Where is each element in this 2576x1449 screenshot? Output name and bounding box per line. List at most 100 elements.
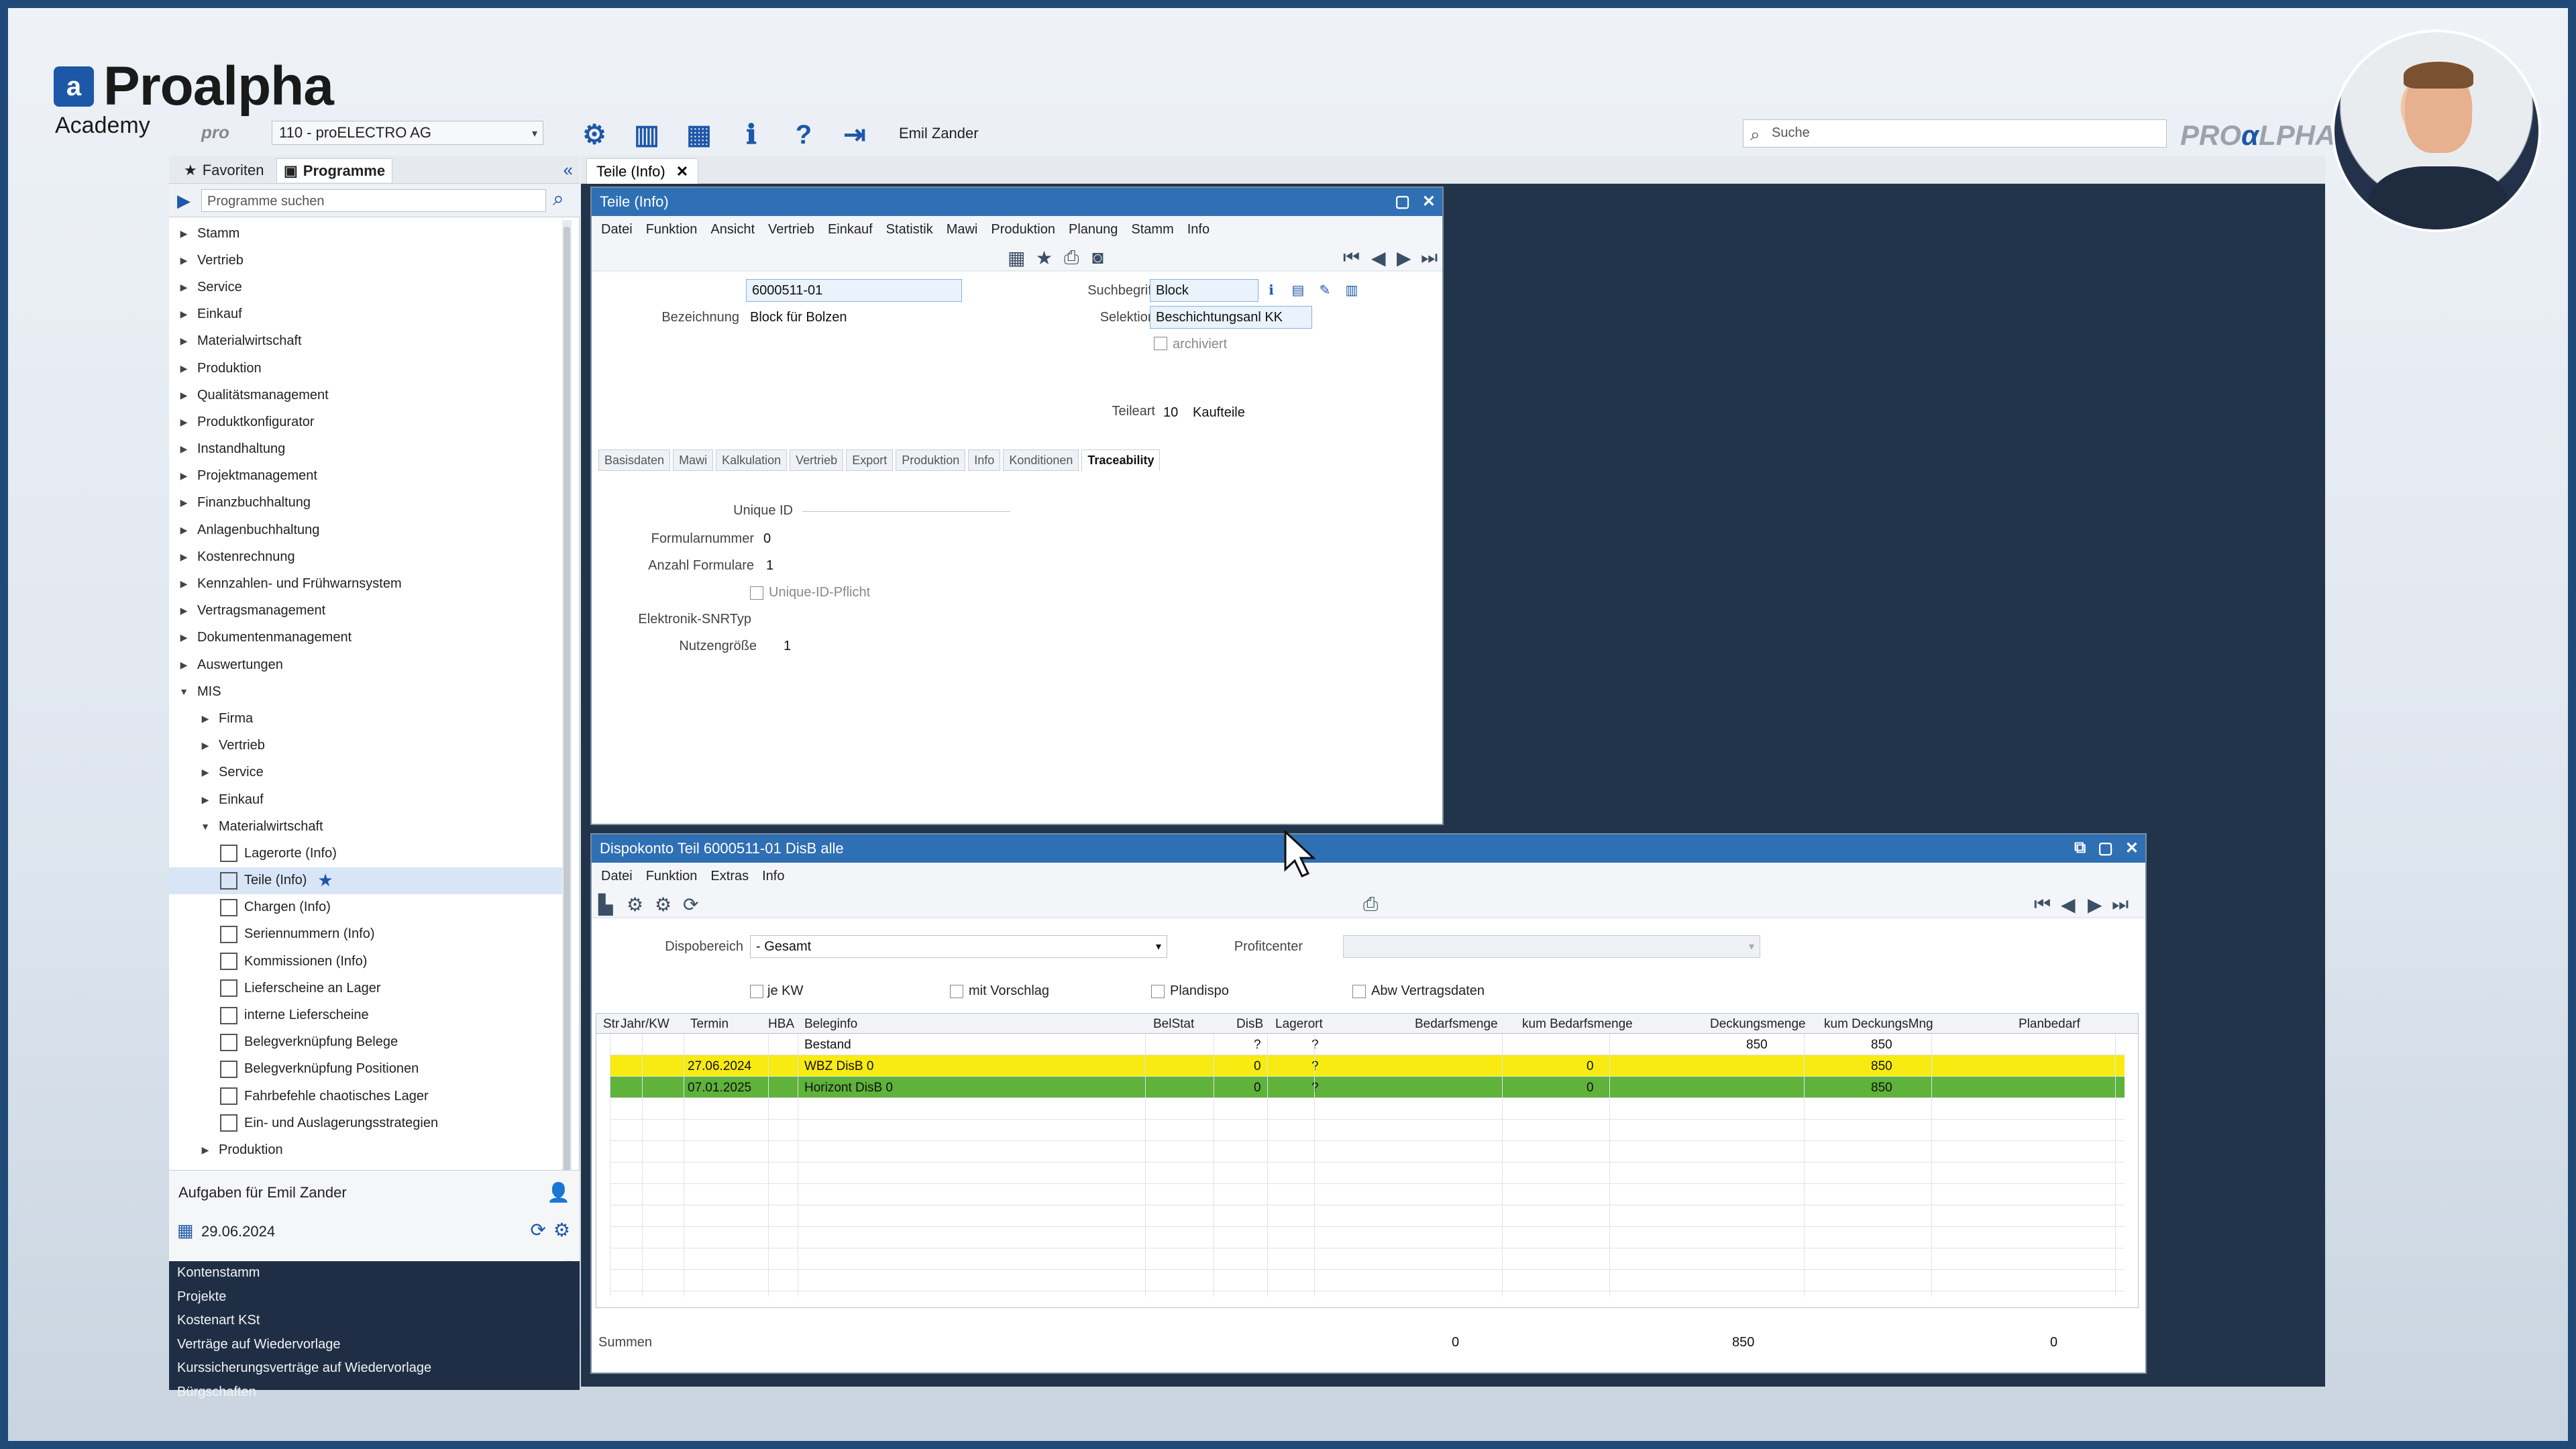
sidebar-item[interactable]: ▼ Materialwirtschaft bbox=[169, 813, 568, 840]
column-header[interactable]: Beleginfo bbox=[804, 1017, 857, 1032]
table-row[interactable] bbox=[610, 1270, 2125, 1291]
bookmark-item[interactable]: Kostenart KSt bbox=[169, 1309, 580, 1333]
bookmark-item[interactable]: Kontenstamm bbox=[169, 1261, 580, 1285]
sidebar-item[interactable]: ▶ Einkauf bbox=[169, 786, 568, 813]
dispobereich-select[interactable]: - Gesamt ▾ bbox=[750, 935, 1167, 958]
expand-right-icon[interactable]: ▶ bbox=[177, 632, 191, 643]
column-header[interactable]: Bedarfsmenge bbox=[1415, 1017, 1498, 1032]
first-record-icon[interactable]: ⏮ bbox=[1343, 247, 1360, 269]
expand-right-icon[interactable]: ▶ bbox=[199, 794, 212, 806]
expand-right-icon[interactable]: ▶ bbox=[177, 363, 191, 374]
column-header[interactable]: BelStat bbox=[1153, 1017, 1194, 1032]
expand-right-icon[interactable]: ▶ bbox=[177, 497, 191, 508]
column-header[interactable]: Lagerort bbox=[1275, 1017, 1323, 1032]
sidebar-item[interactable]: ▶ Firma bbox=[169, 705, 568, 732]
je-kw-checkbox[interactable] bbox=[750, 985, 763, 998]
expand-right-icon[interactable]: ▶ bbox=[177, 255, 191, 266]
gear-icon[interactable]: ⚙ bbox=[553, 1219, 570, 1241]
bookmark-item[interactable]: Kurssicherungsverträge auf Wiedervorlage bbox=[169, 1356, 580, 1381]
mit-vorschlag-checkbox[interactable] bbox=[950, 985, 963, 998]
prev-record-icon[interactable]: ◀ bbox=[2061, 894, 2076, 916]
sidebar-item[interactable]: Lagerorte (Info) bbox=[169, 840, 568, 867]
settings-icon[interactable]: ⚙ bbox=[655, 894, 672, 916]
sidebar-item[interactable]: Chargen (Info) bbox=[169, 894, 568, 921]
sidebar-item[interactable]: ▶ Kennzahlen- und Frühwarnsystem bbox=[169, 570, 568, 597]
sidebar-item[interactable]: ▶ Anlagenbuchhaltung bbox=[169, 517, 568, 543]
chart-icon[interactable]: ▙ bbox=[598, 894, 613, 916]
last-record-icon[interactable]: ⏭ bbox=[1421, 247, 1438, 269]
table-row[interactable] bbox=[610, 1141, 2125, 1163]
table-row[interactable] bbox=[610, 1227, 2125, 1248]
restore-icon[interactable]: ⧉ bbox=[2074, 839, 2086, 858]
sidebar-item[interactable]: Fahrbefehle chaotisches Lager bbox=[169, 1083, 568, 1110]
tab-programme[interactable]: ▣ Programme bbox=[276, 158, 393, 182]
column-header[interactable]: Jahr/KW bbox=[621, 1017, 669, 1032]
table-row[interactable]: 27.06.2024 WBZ DisB 0 0? 0 850 bbox=[610, 1055, 2125, 1077]
table-row[interactable]: 07.01.2025 Horizont DisB 0 0? 0 850 bbox=[610, 1077, 2125, 1098]
expand-right-icon[interactable]: ▶ bbox=[177, 282, 191, 293]
sidebar-item[interactable]: ▶ Einkauf bbox=[169, 301, 568, 328]
expand-right-icon[interactable]: ▶ bbox=[177, 551, 191, 563]
sidebar-item[interactable]: interne Lieferscheine bbox=[169, 1002, 568, 1028]
exit-icon[interactable]: ⇥ bbox=[839, 119, 871, 150]
sidebar-item[interactable]: ▶ Dokumentenmanagement bbox=[169, 625, 568, 651]
bookmark-item[interactable]: Verträge auf Wiedervorlage bbox=[169, 1333, 580, 1357]
print-icon[interactable]: ⎙ bbox=[1363, 894, 1378, 916]
sidebar-item[interactable]: Ein- und Auslagerungsstrategien bbox=[169, 1110, 568, 1136]
next-record-icon[interactable]: ▶ bbox=[2088, 894, 2102, 916]
expand-right-icon[interactable]: ▶ bbox=[199, 1144, 212, 1156]
last-record-icon[interactable]: ⏭ bbox=[2112, 894, 2129, 916]
menu-item[interactable]: Vertrieb bbox=[768, 222, 814, 237]
tab-teile-info[interactable]: Teile (Info) ✕ bbox=[586, 158, 699, 184]
column-header[interactable]: Termin bbox=[690, 1017, 729, 1032]
play-icon[interactable]: ▶ bbox=[177, 191, 191, 211]
menu-item[interactable]: Extras bbox=[710, 869, 749, 884]
column-header[interactable]: Planbedarf bbox=[2019, 1017, 2080, 1032]
sidebar-item[interactable]: Lieferscheine an Lager bbox=[169, 975, 568, 1002]
sidebar-item[interactable]: ▶ Kostenrechnung bbox=[169, 543, 568, 570]
next-record-icon[interactable]: ▶ bbox=[1397, 247, 1411, 269]
program-search-input[interactable]: Programme suchen bbox=[201, 189, 546, 212]
expand-right-icon[interactable]: ▶ bbox=[199, 767, 212, 778]
collapse-sidebar-icon[interactable]: « bbox=[564, 160, 573, 180]
subtab[interactable]: Traceability bbox=[1081, 449, 1161, 471]
search-icon[interactable]: ⌕ bbox=[553, 188, 564, 211]
menu-item[interactable]: Ansicht bbox=[710, 222, 755, 237]
menu-item[interactable]: Funktion bbox=[646, 222, 698, 237]
expand-down-icon[interactable]: ▼ bbox=[199, 821, 212, 832]
dispo-window-titlebar[interactable]: Dispokonto Teil 6000511-01 DisB alle ⧉ ▢ ✕ bbox=[592, 835, 2145, 863]
sidebar-item[interactable]: Seriennummern (Info) bbox=[169, 921, 568, 948]
company-select[interactable]: 110 - proELECTRO AG ▾ bbox=[272, 121, 543, 145]
expand-right-icon[interactable]: ▶ bbox=[177, 605, 191, 616]
menu-item[interactable]: Funktion bbox=[646, 869, 698, 884]
refresh-icon[interactable]: ⟳ bbox=[683, 894, 698, 916]
sidebar-item[interactable]: ▶ Finanzbuchhaltung bbox=[169, 490, 568, 517]
expand-right-icon[interactable]: ▶ bbox=[177, 470, 191, 482]
expand-down-icon[interactable]: ▼ bbox=[177, 686, 191, 697]
menu-item[interactable]: Info bbox=[762, 869, 784, 884]
menu-item[interactable]: Datei bbox=[601, 869, 633, 884]
table-row[interactable] bbox=[610, 1205, 2125, 1227]
sidebar-item[interactable]: Belegverknüpfung Belege bbox=[169, 1029, 568, 1056]
table-row[interactable] bbox=[610, 1163, 2125, 1184]
column-header[interactable]: Str bbox=[603, 1017, 619, 1032]
column-header[interactable]: Deckungsmenge bbox=[1710, 1017, 1806, 1032]
teil-field[interactable]: 6000511-01 bbox=[746, 279, 962, 302]
sidebar-item[interactable]: ▼ MIS bbox=[169, 678, 568, 705]
expand-right-icon[interactable]: ▶ bbox=[177, 659, 191, 671]
calendar-icon[interactable]: ▦ bbox=[177, 1220, 194, 1241]
menu-item[interactable]: Einkauf bbox=[828, 222, 873, 237]
subtab[interactable]: Mawi bbox=[673, 449, 714, 471]
sidebar-item[interactable]: ▶ Produktion bbox=[169, 1136, 568, 1163]
star-icon[interactable]: ★ bbox=[1036, 247, 1053, 269]
suchbegriff-field[interactable]: Block bbox=[1150, 279, 1258, 302]
close-icon[interactable]: ✕ bbox=[2125, 839, 2139, 858]
column-header[interactable]: DisB bbox=[1236, 1017, 1263, 1032]
table-row[interactable] bbox=[610, 1098, 2125, 1120]
first-record-icon[interactable]: ⏮ bbox=[2034, 894, 2051, 916]
filter-icon[interactable]: ⚙ bbox=[627, 894, 643, 916]
plandispo-checkbox[interactable] bbox=[1151, 985, 1165, 998]
table-row[interactable] bbox=[610, 1184, 2125, 1205]
sidebar-item[interactable]: ▶ Qualitätsmanagement bbox=[169, 382, 568, 409]
menu-item[interactable]: Planung bbox=[1069, 222, 1118, 237]
